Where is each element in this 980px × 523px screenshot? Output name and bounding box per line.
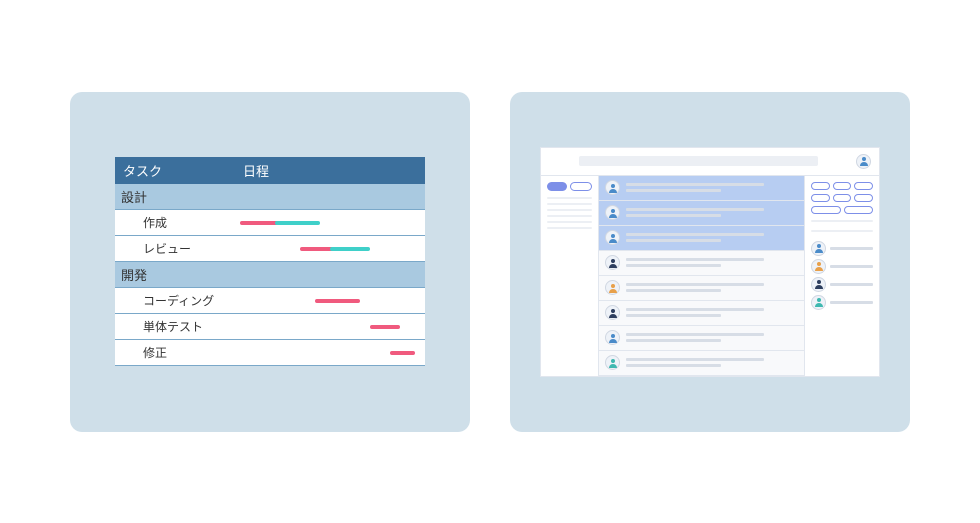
item-text	[626, 333, 798, 342]
item-text	[626, 308, 798, 317]
user-avatar-icon	[605, 180, 620, 195]
nav-item[interactable]	[547, 221, 592, 223]
nav-item[interactable]	[547, 215, 592, 217]
filter-chip[interactable]	[811, 194, 830, 202]
nav-pill-active[interactable]	[547, 182, 567, 191]
list-item[interactable]	[599, 326, 804, 351]
panel-divider	[811, 220, 873, 222]
side-user-name	[830, 265, 873, 268]
side-user[interactable]	[811, 241, 873, 256]
nav-item[interactable]	[547, 227, 592, 229]
list-item[interactable]	[599, 351, 804, 376]
app-card	[510, 92, 910, 432]
item-text	[626, 183, 798, 192]
gantt-bar	[275, 221, 320, 225]
gantt-card: タスク 日程 設計作成レビュー開発コーディング単体テスト修正	[70, 92, 470, 432]
bar-area	[235, 294, 425, 308]
header-schedule: 日程	[235, 157, 425, 184]
search-input[interactable]	[579, 156, 818, 166]
current-user-avatar[interactable]	[856, 154, 871, 169]
gantt-task-row: 作成	[115, 210, 425, 236]
panel-text	[811, 230, 873, 232]
nav-item[interactable]	[547, 203, 592, 205]
gantt-task-row: レビュー	[115, 236, 425, 262]
user-avatar-icon	[605, 230, 620, 245]
side-user[interactable]	[811, 277, 873, 292]
filter-chip[interactable]	[854, 194, 873, 202]
user-avatar-icon	[605, 330, 620, 345]
item-text	[626, 358, 798, 367]
gantt-bar	[330, 247, 370, 251]
filter-chip[interactable]	[844, 206, 874, 214]
user-avatar-icon	[605, 305, 620, 320]
user-avatar-icon	[605, 280, 620, 295]
side-user-name	[830, 301, 873, 304]
filter-chip[interactable]	[811, 182, 830, 190]
side-user-name	[830, 283, 873, 286]
item-text	[626, 233, 798, 242]
task-name: レビュー	[115, 236, 235, 261]
list-item[interactable]	[599, 176, 804, 201]
user-avatar-icon	[811, 259, 826, 274]
filter-chip[interactable]	[833, 194, 852, 202]
side-user[interactable]	[811, 295, 873, 310]
user-avatar-icon	[811, 241, 826, 256]
bar-area	[235, 216, 425, 230]
user-avatar-icon	[605, 205, 620, 220]
task-name: コーディング	[115, 288, 235, 313]
nav-pill[interactable]	[570, 182, 592, 191]
item-text	[626, 258, 798, 267]
gantt-task-row: コーディング	[115, 288, 425, 314]
gantt-task-row: 修正	[115, 340, 425, 366]
side-user[interactable]	[811, 259, 873, 274]
gantt-bar	[315, 299, 360, 303]
user-avatar-icon	[811, 295, 826, 310]
app-topbar	[541, 148, 879, 175]
user-avatar-icon	[811, 277, 826, 292]
gantt-header: タスク 日程	[115, 157, 425, 184]
list-item[interactable]	[599, 301, 804, 326]
gantt-group-row: 設計	[115, 184, 425, 210]
nav-filter-row	[547, 182, 592, 191]
right-panel	[804, 176, 879, 376]
gantt-task-row: 単体テスト	[115, 314, 425, 340]
app-body	[541, 175, 879, 376]
gantt-bar	[390, 351, 415, 355]
header-task: タスク	[115, 157, 235, 184]
gantt-group-row: 開発	[115, 262, 425, 288]
filter-chip[interactable]	[811, 206, 841, 214]
item-list	[599, 176, 804, 376]
filter-chip[interactable]	[833, 182, 852, 190]
user-avatar-icon	[605, 355, 620, 370]
bar-area	[235, 320, 425, 334]
list-item[interactable]	[599, 201, 804, 226]
side-user-name	[830, 247, 873, 250]
item-text	[626, 208, 798, 217]
filter-chip[interactable]	[854, 182, 873, 190]
list-item[interactable]	[599, 251, 804, 276]
item-text	[626, 283, 798, 292]
nav-item[interactable]	[547, 209, 592, 211]
list-item[interactable]	[599, 276, 804, 301]
list-item[interactable]	[599, 226, 804, 251]
bar-area	[235, 242, 425, 256]
gantt-table: タスク 日程 設計作成レビュー開発コーディング単体テスト修正	[115, 157, 425, 366]
nav-item[interactable]	[547, 197, 592, 199]
task-name: 作成	[115, 210, 235, 235]
task-name: 修正	[115, 340, 235, 365]
gantt-body: 設計作成レビュー開発コーディング単体テスト修正	[115, 184, 425, 366]
user-avatar-icon	[605, 255, 620, 270]
side-user-list	[811, 238, 873, 310]
app-window	[540, 147, 880, 377]
gantt-bar	[370, 325, 400, 329]
left-nav	[541, 176, 599, 376]
task-name: 単体テスト	[115, 314, 235, 339]
bar-area	[235, 346, 425, 360]
